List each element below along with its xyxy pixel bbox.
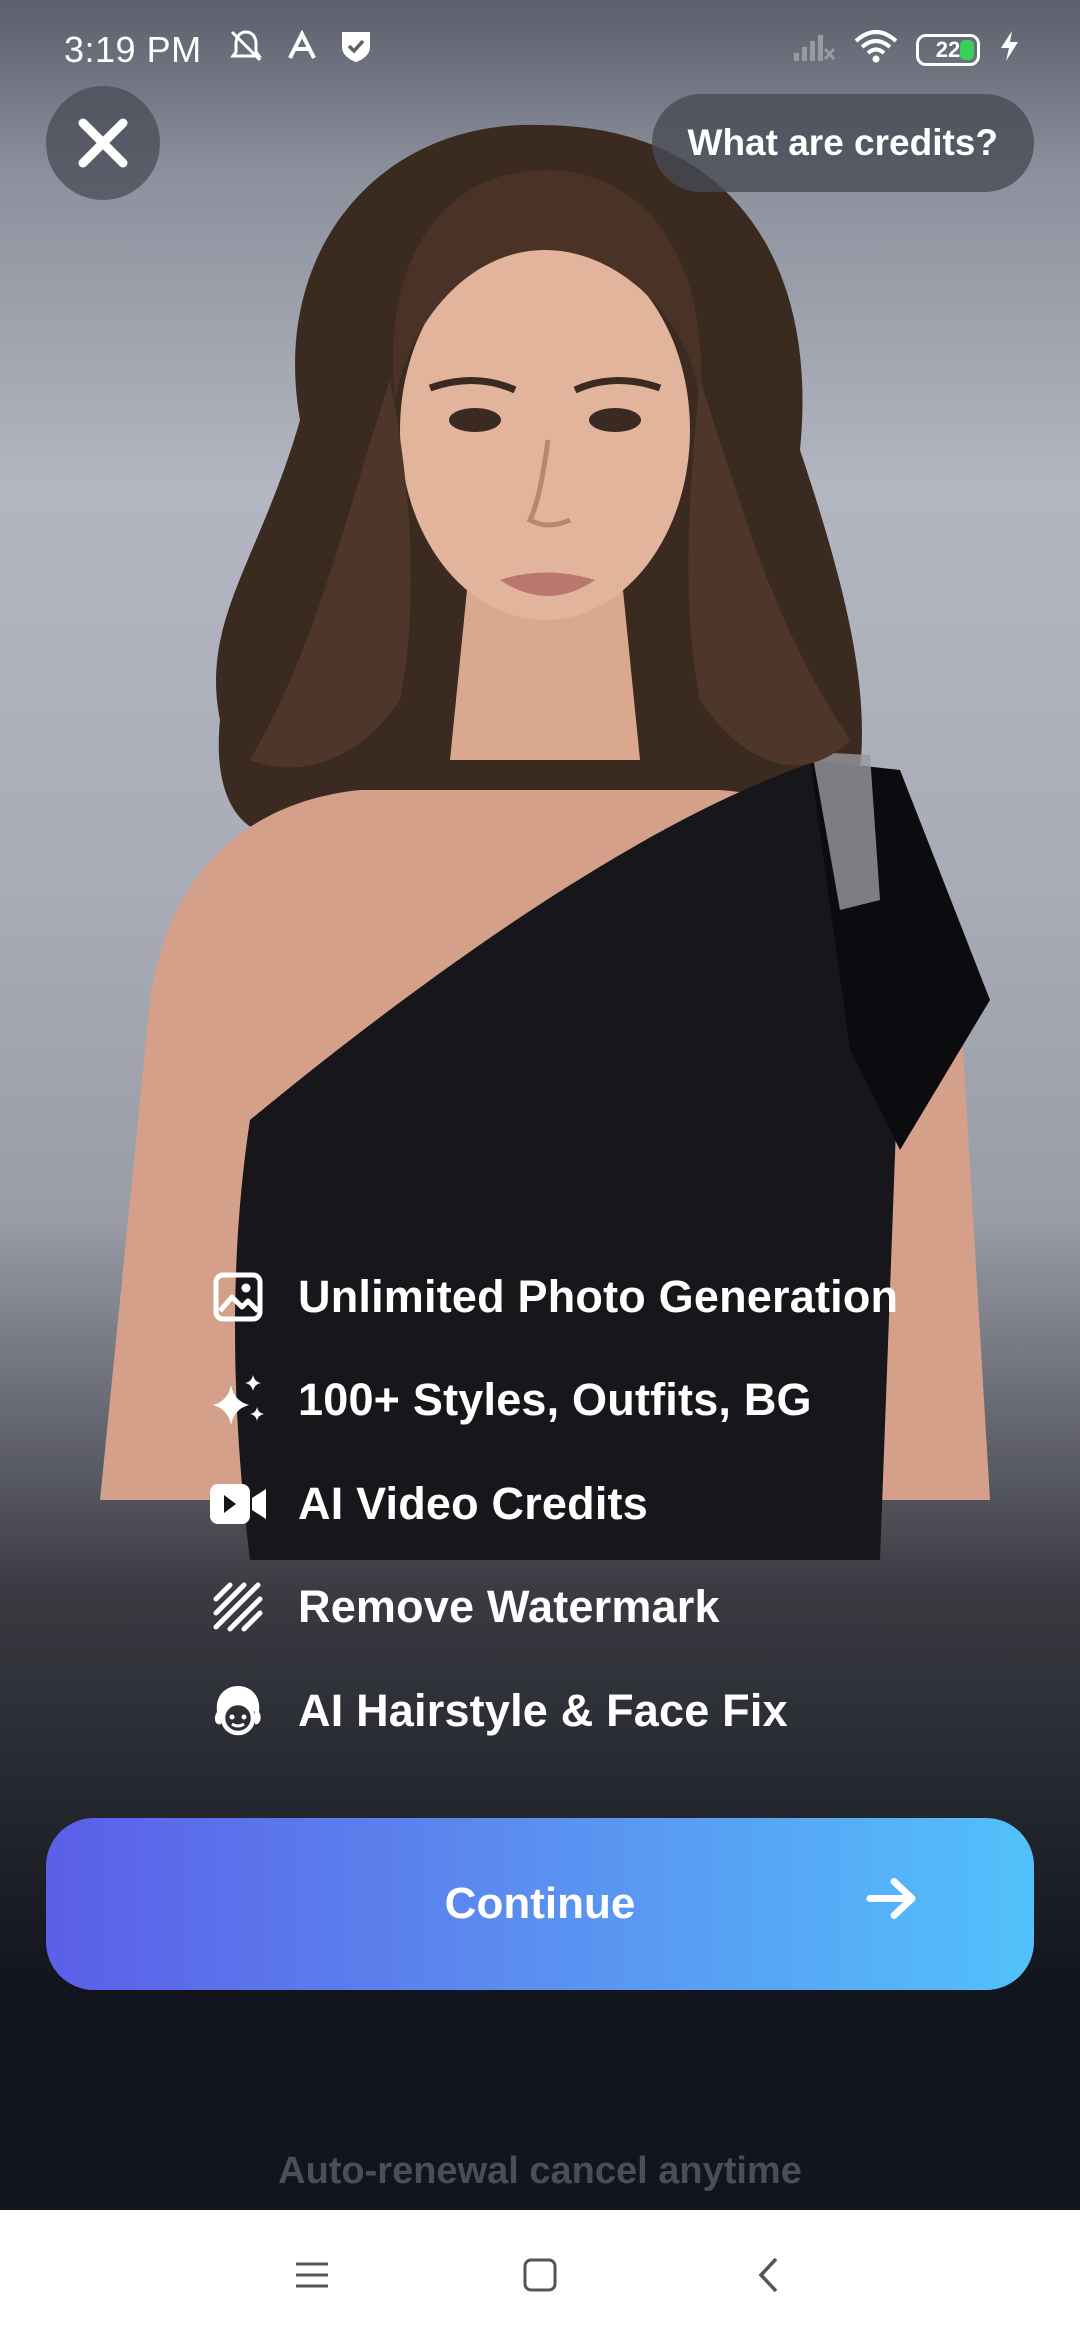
battery-level: 22	[935, 37, 961, 62]
feature-label: Remove Watermark	[298, 1581, 720, 1633]
status-system-icons: 22	[792, 29, 1020, 72]
feature-label: Unlimited Photo Generation	[298, 1270, 899, 1322]
close-button[interactable]	[46, 86, 160, 200]
arrow-right-icon	[866, 1877, 918, 1932]
menu-icon	[296, 2262, 328, 2288]
feature-item: 100+ Styles, Outfits, BG	[208, 1349, 988, 1453]
mute-bell-icon	[228, 28, 264, 73]
home-icon	[523, 2258, 557, 2292]
feature-label: AI Video Credits	[298, 1477, 648, 1529]
video-camera-icon	[208, 1474, 268, 1534]
feature-item: Remove Watermark	[208, 1556, 988, 1660]
close-icon	[78, 118, 128, 168]
what-are-credits-button[interactable]: What are credits?	[651, 94, 1034, 192]
back-icon	[758, 2257, 778, 2293]
image-icon	[208, 1267, 268, 1327]
auto-renewal-text: Auto-renewal cancel anytime	[278, 2150, 802, 2192]
feature-label: AI Hairstyle & Face Fix	[298, 1684, 788, 1736]
status-time: 3:19 PM	[64, 29, 202, 70]
font-a-icon	[286, 29, 318, 71]
feature-item: AI Hairstyle & Face Fix	[208, 1659, 988, 1763]
back-button[interactable]	[654, 2210, 882, 2340]
charging-icon	[998, 29, 1020, 72]
feature-label: 100+ Styles, Outfits, BG	[298, 1374, 812, 1426]
watermark-icon	[208, 1577, 268, 1637]
menu-button[interactable]	[198, 2210, 426, 2340]
status-bar: 3:19 PM 22	[0, 0, 1080, 100]
navigation-bar	[0, 2210, 1080, 2340]
sparkles-icon	[208, 1370, 268, 1430]
feature-item: AI Video Credits	[208, 1452, 988, 1556]
status-notification-icons	[228, 28, 372, 73]
signal-icon	[792, 29, 836, 72]
hairstyle-face-icon	[208, 1681, 268, 1741]
continue-label: Continue	[444, 1879, 636, 1928]
feature-list: Unlimited Photo Generation 100+ Styles, …	[208, 1245, 988, 1763]
continue-button[interactable]: Continue	[46, 1818, 1034, 1990]
wifi-icon	[854, 29, 898, 72]
feature-item: Unlimited Photo Generation	[208, 1245, 988, 1349]
battery-icon: 22	[916, 34, 980, 66]
shield-check-icon	[340, 29, 372, 72]
home-button[interactable]	[426, 2210, 654, 2340]
